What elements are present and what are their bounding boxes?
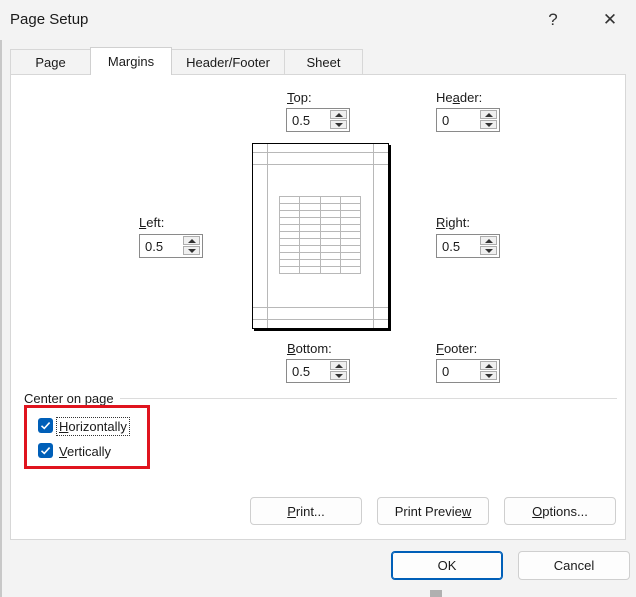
cancel-button[interactable]: Cancel	[518, 551, 630, 580]
right-label: Right:	[436, 215, 470, 230]
tab-label: Header/Footer	[186, 55, 270, 70]
ok-button[interactable]: OK	[391, 551, 503, 580]
chevron-up-icon[interactable]	[330, 110, 347, 119]
right-margin-spinner[interactable]: 0.5	[436, 234, 500, 258]
center-on-page-label: Center on page	[24, 391, 114, 406]
header-margin-value[interactable]: 0	[442, 113, 449, 128]
chevron-up-icon[interactable]	[480, 361, 497, 370]
chevron-down-icon[interactable]	[183, 246, 200, 255]
bottom-margin-spinner[interactable]: 0.5	[286, 359, 350, 383]
top-label: Top:	[287, 90, 312, 105]
chevron-down-icon[interactable]	[330, 120, 347, 129]
chevron-down-icon[interactable]	[480, 246, 497, 255]
right-margin-value[interactable]: 0.5	[442, 239, 460, 254]
chevron-up-icon[interactable]	[330, 361, 347, 370]
group-divider	[120, 398, 617, 399]
options-button[interactable]: Options...	[504, 497, 616, 525]
bottom-margin-value[interactable]: 0.5	[292, 364, 310, 379]
page-setup-dialog: Page Setup ? ✕ Page Margins Header/Foote…	[0, 0, 636, 597]
print-button[interactable]: Print...	[250, 497, 362, 525]
bottom-label: Bottom:	[287, 341, 332, 356]
tab-page[interactable]: Page	[10, 49, 91, 75]
tab-margins[interactable]: Margins	[90, 47, 172, 75]
chevron-up-icon[interactable]	[480, 110, 497, 119]
window-edge	[0, 40, 2, 597]
top-margin-value[interactable]: 0.5	[292, 113, 310, 128]
print-preview-button[interactable]: Print Preview	[377, 497, 489, 525]
tab-label: Margins	[107, 54, 155, 69]
left-margin-value[interactable]: 0.5	[145, 239, 163, 254]
tab-label: Sheet	[306, 55, 341, 70]
chevron-down-icon[interactable]	[480, 371, 497, 380]
preview-table	[279, 196, 361, 274]
tab-header-footer[interactable]: Header/Footer	[171, 49, 285, 75]
chevron-up-icon[interactable]	[183, 236, 200, 245]
print-button-label: Print...	[287, 503, 325, 519]
header-label: Header:	[436, 90, 483, 105]
chevron-up-icon[interactable]	[480, 236, 497, 245]
help-icon[interactable]: ?	[538, 6, 568, 34]
chevron-down-icon[interactable]	[330, 371, 347, 380]
footer-label: Footer:	[436, 341, 478, 356]
chevron-down-icon[interactable]	[480, 120, 497, 129]
ok-button-label: OK	[437, 558, 457, 573]
background-fragment	[430, 590, 442, 597]
title-bar: Page Setup ? ✕	[0, 0, 636, 40]
page-preview	[252, 143, 389, 329]
close-icon[interactable]: ✕	[595, 6, 625, 34]
options-button-label: Options...	[532, 503, 588, 519]
left-label: Left:	[139, 215, 165, 230]
print-preview-button-label: Print Preview	[394, 503, 472, 519]
left-margin-spinner[interactable]: 0.5	[139, 234, 203, 258]
footer-margin-spinner[interactable]: 0	[436, 359, 500, 383]
tab-sheet[interactable]: Sheet	[284, 49, 363, 75]
top-margin-spinner[interactable]: 0.5	[286, 108, 350, 132]
window-title: Page Setup	[10, 11, 89, 28]
footer-margin-value[interactable]: 0	[442, 364, 449, 379]
highlight-box	[24, 405, 150, 469]
header-margin-spinner[interactable]: 0	[436, 108, 500, 132]
cancel-button-label: Cancel	[553, 558, 595, 573]
tab-label: Page	[35, 55, 66, 70]
